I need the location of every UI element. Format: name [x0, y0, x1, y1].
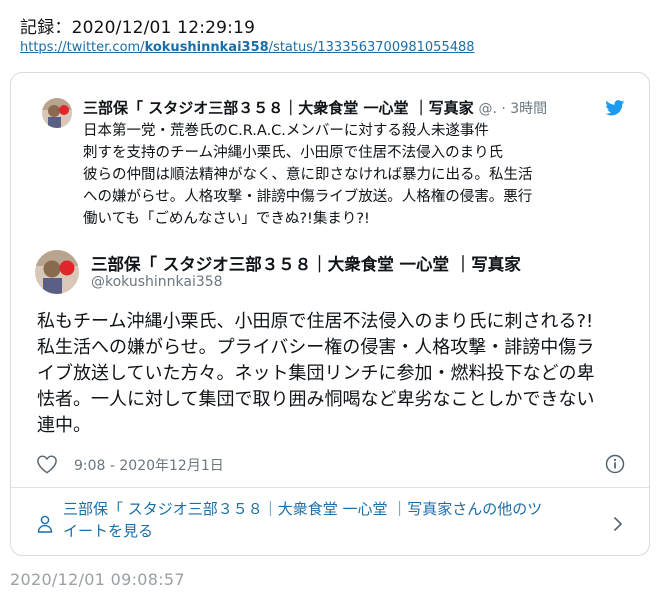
quoted-line: 彼らの仲間は順法精神がなく、意に即さなければ暴力に出る。私生活	[83, 167, 533, 183]
more-tweets-label: 三部保「 スタジオ三部３５８｜大衆食堂 一心堂 ｜写真家さんの他のツ イートを見…	[63, 498, 613, 542]
url-prefix: https://twitter.com/	[20, 40, 145, 55]
tweet-line: 連中。	[37, 415, 91, 436]
quoted-tweet-header: 三部保「 スタジオ三部３５８｜大衆食堂 一心堂 ｜写真家 @. · 3時間	[83, 97, 635, 118]
quoted-line: 刺すを支持のチーム沖縄小栗氏、小田原で住居不法侵入のまり氏	[83, 145, 504, 161]
quoted-line: への嫌がらせ。人格攻撃・誹謗中傷ライブ放送。人格権の侵害。悪行	[83, 189, 533, 205]
chevron-right-icon	[613, 516, 623, 532]
url-user: kokushinnkai358	[144, 40, 269, 55]
tweet-embed-card: 三部保「 スタジオ三部３５８｜大衆食堂 一心堂 ｜写真家 @. · 3時間 日本…	[10, 72, 650, 556]
quoted-line: 日本第一党・荒巻氏のC.R.A.C.メンバーに対する殺人未遂事件	[83, 123, 489, 139]
quoted-tweet-text: 日本第一党・荒巻氏のC.R.A.C.メンバーに対する殺人未遂事件 刺すを支持のチ…	[83, 120, 603, 230]
tweet-text: 私もチーム沖縄小栗氏、小田原で住居不法侵入のまり氏に刺される?! 私生活への嫌が…	[37, 309, 637, 439]
heart-icon[interactable]	[36, 454, 58, 474]
quoted-handle-time[interactable]: @. · 3時間	[478, 101, 547, 117]
tweet-line: 怯者。一人に対して集団で取り囲み恫喝など卑劣なことしかできない	[37, 389, 595, 410]
tweet-line: 私生活への嫌がらせ。プライバシー権の侵害・人格攻撃・誹謗中傷ラ	[37, 337, 595, 358]
tweet-source-link[interactable]: https://twitter.com/kokushinnkai358/stat…	[20, 40, 475, 55]
info-icon[interactable]	[605, 454, 625, 474]
more-tweets-line: イートを見る	[63, 522, 154, 540]
quoted-author-avatar[interactable]	[42, 98, 72, 128]
author-name[interactable]: 三部保「 スタジオ三部３５８｜大衆食堂 一心堂 ｜写真家	[91, 251, 521, 275]
footer-timestamp: 2020/12/01 09:08:57	[10, 570, 185, 589]
person-icon	[37, 515, 53, 533]
twitter-bird-icon[interactable]	[605, 100, 625, 116]
tweet-line: イブ放送していた方々。ネット集団リンチに参加・燃料投下などの卑	[37, 363, 595, 384]
tweet-line: 私もチーム沖縄小栗氏、小田原で住居不法侵入のまり氏に刺される?!	[37, 311, 594, 332]
more-tweets-line: 三部保「 スタジオ三部３５８｜大衆食堂 一心堂 ｜写真家さんの他のツ	[63, 500, 543, 518]
quoted-line: 働いても「ごめんなさい」できぬ?!集まり?!	[83, 211, 370, 227]
quoted-author-name[interactable]: 三部保「 スタジオ三部３５８｜大衆食堂 一心堂 ｜写真家	[83, 99, 474, 117]
record-timestamp: 記録：2020/12/01 12:29:19	[20, 18, 256, 38]
author-avatar[interactable]	[35, 250, 79, 294]
more-tweets-link[interactable]: 三部保「 スタジオ三部３５８｜大衆食堂 一心堂 ｜写真家さんの他のツ イートを見…	[11, 488, 649, 556]
author-handle[interactable]: @kokushinnkai358	[91, 274, 223, 290]
tweet-timestamp[interactable]: 9:08 - 2020年12月1日	[74, 455, 224, 475]
url-suffix: /status/1333563700981055488	[268, 40, 475, 55]
